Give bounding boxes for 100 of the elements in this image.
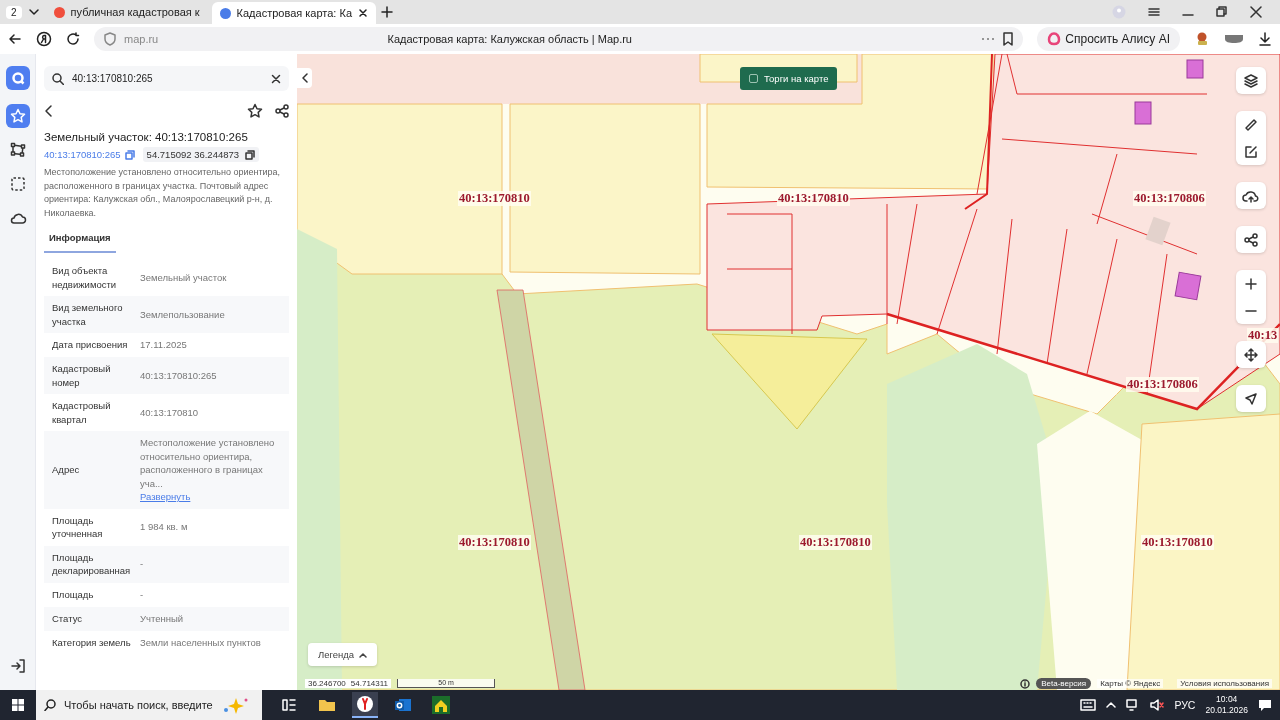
cloud-upload-icon bbox=[1242, 188, 1260, 203]
cursor-coordinate: 54.714311 bbox=[350, 679, 389, 688]
property-label: Кадастровый номер bbox=[52, 362, 112, 389]
star-icon[interactable] bbox=[247, 103, 263, 119]
property-label: Площадь уточненная bbox=[52, 513, 104, 541]
windows-logo-icon[interactable] bbox=[11, 698, 25, 712]
folder-icon[interactable] bbox=[318, 698, 336, 712]
browser-logo-icon[interactable] bbox=[36, 31, 52, 47]
download-icon[interactable] bbox=[1258, 32, 1272, 46]
property-value: Учтенный bbox=[140, 611, 185, 626]
chevron-up-icon bbox=[359, 651, 368, 658]
cursor-coordinate: 36.246700 bbox=[308, 679, 346, 688]
property-value: 17.11.2025 bbox=[140, 338, 188, 352]
search-icon bbox=[52, 72, 64, 85]
chevron-left-icon bbox=[300, 73, 309, 83]
cadastral-number-link[interactable]: 40:13:170810:265 bbox=[44, 149, 121, 160]
login-icon[interactable] bbox=[9, 658, 26, 674]
menu-icon[interactable] bbox=[1148, 6, 1160, 18]
property-label: Вид земельного участка bbox=[52, 301, 124, 328]
block-number-label: 40:13:170810 bbox=[458, 535, 531, 550]
layers-icon bbox=[1243, 72, 1259, 89]
address-bar[interactable]: map.ru Кадастровая карта: Калужская область | Map.ru bbox=[94, 27, 1024, 51]
reload-icon[interactable] bbox=[66, 32, 80, 46]
search-icon bbox=[44, 699, 56, 711]
app-logo-icon[interactable] bbox=[5, 66, 30, 90]
browser-logo-icon[interactable] bbox=[356, 695, 374, 713]
property-value: Землепользование bbox=[140, 307, 226, 322]
property-value: - bbox=[140, 557, 145, 571]
property-label: Вид объекта недвижимости bbox=[52, 264, 118, 291]
restore-icon[interactable] bbox=[1216, 6, 1228, 18]
property-label: Дата присвоения bbox=[52, 338, 129, 352]
property-label: Адрес bbox=[52, 463, 81, 477]
block-number-label: 40:13:170810 bbox=[799, 535, 872, 550]
collapse-panel-button[interactable] bbox=[297, 68, 312, 88]
legend-button[interactable]: Легенда bbox=[308, 643, 378, 666]
search-bar[interactable]: 40:13:170810:265 bbox=[44, 66, 289, 91]
taskbar-search-bar[interactable]: Чтобы начать поиск, введите bbox=[36, 690, 262, 720]
block-number-label: 40:13:170806 bbox=[1133, 191, 1206, 206]
clock-date: 20.01.2026 bbox=[1205, 705, 1248, 716]
property-label: Площадь декларированная bbox=[52, 550, 132, 578]
back-icon[interactable] bbox=[8, 32, 22, 46]
mail-app-icon[interactable] bbox=[394, 697, 412, 713]
property-value: 40:13:170810 bbox=[140, 405, 200, 420]
close-icon[interactable] bbox=[1250, 6, 1262, 18]
clock-time: 10:04 bbox=[1216, 694, 1238, 705]
coordinates-text: 54.715092 36.244873 bbox=[146, 149, 240, 160]
ask-assistant-button[interactable]: Спросить Алису AI bbox=[1037, 27, 1180, 51]
move-icon bbox=[1244, 347, 1258, 362]
extension-icon[interactable] bbox=[1224, 34, 1244, 44]
property-label: Кадастровый квартал bbox=[52, 399, 112, 426]
property-value: Земельный участок bbox=[140, 270, 228, 285]
notifications-icon[interactable] bbox=[1258, 698, 1272, 712]
plus-icon[interactable] bbox=[380, 5, 394, 19]
property-value: Местоположение установлено относительно ориентира, расположенного в границах уча... bbox=[140, 436, 276, 490]
expand-link[interactable]: Развернуть bbox=[140, 491, 191, 502]
tab-count[interactable]: 2 bbox=[6, 5, 22, 19]
volume-muted-icon[interactable] bbox=[1150, 699, 1165, 711]
language-indicator[interactable]: РУС bbox=[1174, 699, 1196, 711]
block-number-label: 40:13:170806 bbox=[1126, 377, 1199, 392]
sparkle-icon bbox=[222, 696, 250, 714]
block-number-label: 40:13:170810 bbox=[777, 191, 850, 206]
assistant-logo-icon bbox=[1047, 32, 1062, 46]
block-number-label: 40:13:170810 bbox=[1141, 535, 1214, 550]
keyboard-icon[interactable] bbox=[1080, 699, 1097, 711]
property-label: Категория земель bbox=[52, 635, 132, 650]
property-value: Земли населенных пунктов bbox=[140, 635, 262, 650]
back-icon[interactable] bbox=[44, 104, 54, 118]
copy-icon[interactable] bbox=[245, 149, 256, 160]
ruler-icon bbox=[1244, 117, 1258, 132]
info-icon[interactable] bbox=[1020, 678, 1031, 689]
info-tab[interactable]: Информация bbox=[44, 228, 116, 253]
block-number-label: 40:13:170810 bbox=[458, 191, 531, 206]
block-number-label: 40:13 bbox=[1247, 328, 1279, 343]
shield-icon bbox=[104, 32, 116, 46]
more-icon[interactable] bbox=[981, 37, 996, 41]
taskbar-search-field[interactable]: Чтобы начать поиск, введите bbox=[64, 699, 214, 711]
property-label: Площадь bbox=[52, 587, 95, 602]
plus-icon bbox=[1245, 277, 1257, 290]
close-icon[interactable] bbox=[358, 8, 368, 18]
property-value: - bbox=[140, 587, 145, 602]
browser-tab[interactable]: публичная кадастровая к bbox=[45, 2, 208, 22]
property-label: Статус bbox=[52, 611, 84, 626]
auction-toggle[interactable]: Торги на карте bbox=[740, 67, 838, 90]
location-arrow-icon bbox=[1245, 392, 1257, 405]
beta-badge: Beta-версия bbox=[1036, 678, 1092, 689]
clock[interactable]: 10:04 20.01.2026 bbox=[1205, 694, 1248, 716]
task-view-icon[interactable] bbox=[282, 698, 296, 712]
search-field[interactable]: 40:13:170810:265 bbox=[72, 73, 263, 84]
browser-tab[interactable]: Кадастровая карта: Ка bbox=[211, 2, 376, 24]
bookmark-icon[interactable] bbox=[1003, 32, 1014, 46]
terms-link[interactable]: Условия использования bbox=[1177, 679, 1272, 688]
map-attribution: Карты © Яндекс bbox=[1097, 679, 1164, 688]
chevron-up-icon[interactable] bbox=[1106, 701, 1117, 709]
parcel-title: Земельный участок: 40:13:170810:265 bbox=[44, 131, 249, 143]
property-value: 40:13:170810:265 bbox=[140, 368, 218, 383]
edit-icon bbox=[1244, 144, 1258, 159]
clear-icon[interactable] bbox=[271, 73, 281, 84]
share-icon[interactable] bbox=[275, 104, 289, 118]
property-value: 1 984 кв. м bbox=[140, 520, 189, 534]
house-app-icon[interactable] bbox=[432, 696, 450, 714]
